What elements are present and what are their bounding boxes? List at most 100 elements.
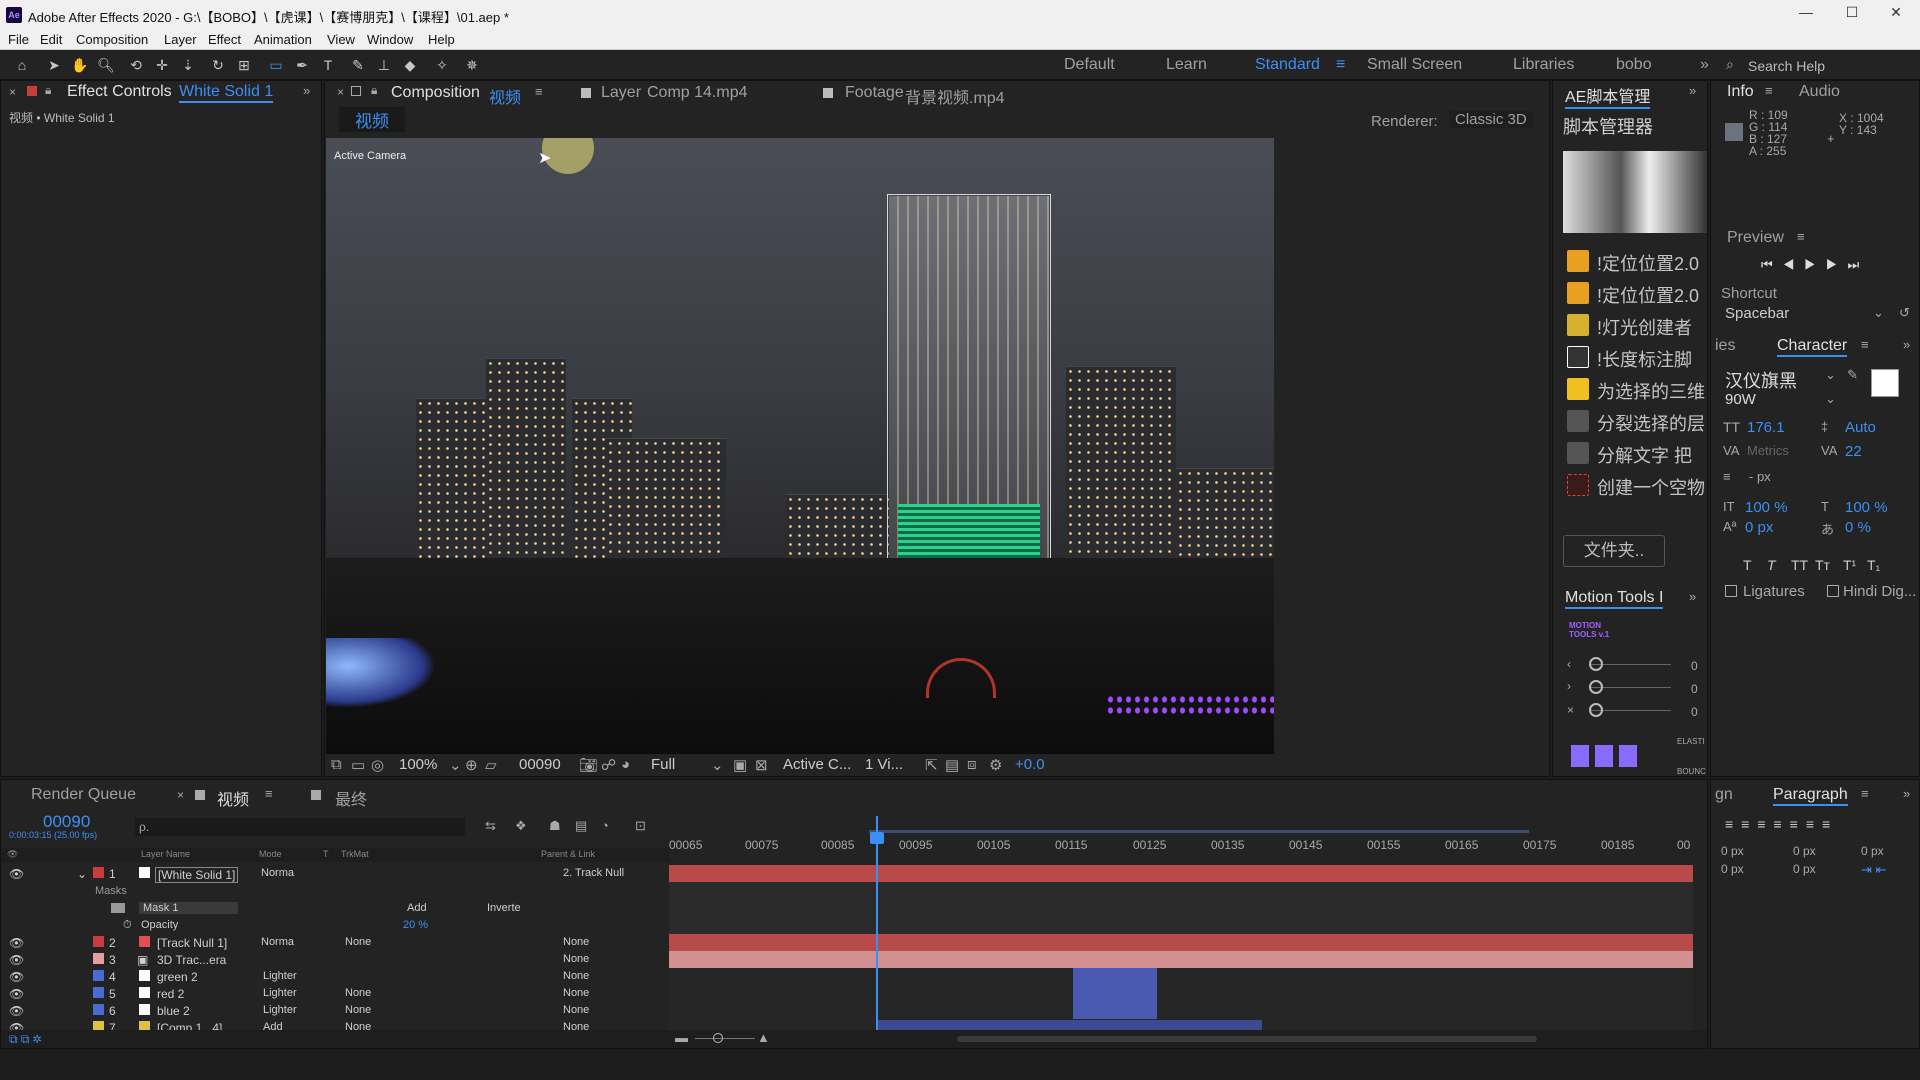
search-icon[interactable]: ⌕ [1726,56,1734,73]
layer-name[interactable]: [Comp 1...4] [157,1021,222,1030]
slider-track[interactable] [1591,710,1671,711]
visibility-eye-icon[interactable]: 👁︎ [9,1004,24,1018]
panel-overflow-icon[interactable]: » [303,83,310,98]
expand-arrow-icon[interactable]: ⌄ [77,867,87,881]
exposure-value[interactable]: +0.0 [1015,756,1045,773]
mask-name[interactable]: Mask 1 [139,902,239,914]
all-caps-button[interactable]: TT [1791,557,1808,573]
tab-cut-off[interactable]: gn [1715,786,1733,804]
indent-first-value[interactable]: 0 px [1793,844,1816,858]
menu-animation[interactable]: Animation [254,32,312,47]
snapshot-icon[interactable]: 📷︎ [579,756,598,774]
time-ruler[interactable]: 00065 00075 00085 00095 00105 00115 0012… [669,816,1693,862]
composition-viewer[interactable]: Active Camera ➤ [326,138,1274,754]
fill-color-swatch[interactable] [1871,369,1899,397]
comp-mini-flowchart-icon[interactable]: ⇆ [485,818,496,834]
panel-close-icon[interactable]: × [9,85,16,99]
opacity-value[interactable]: 20 % [403,919,428,931]
zoom-tool-icon[interactable]: 🔍︎ [96,55,116,75]
layer-row[interactable]: 👁︎ 7 [Comp 1...4] Add None None [1,1019,669,1030]
zoom-dropdown[interactable]: 100% [399,756,437,773]
toggle-switches-icon[interactable]: ⧉ ⧉ ✲ [9,1032,41,1047]
roi-icon[interactable]: ▣ [733,756,747,774]
tab-footage[interactable]: Footage [845,84,904,102]
eyedropper-icon[interactable]: ✎ [1847,367,1858,383]
label-color-icon[interactable] [93,970,104,981]
blend-mode-dropdown[interactable]: Lighter [263,970,297,982]
visibility-eye-icon[interactable]: 👁︎ [9,936,24,950]
chevron-down-icon[interactable]: ⌄ [1825,391,1836,407]
draft-3d-icon[interactable]: ⧈ [967,756,977,773]
zoom-slider[interactable] [695,1038,755,1039]
mask-visibility-icon[interactable]: ◎ [371,756,384,774]
brush-tool-icon[interactable]: ✎ [348,55,368,75]
menu-composition[interactable]: Composition [76,32,148,47]
workspace-menu-icon[interactable]: ≡ [1336,56,1345,74]
channel-icon[interactable]: ◕ [621,756,630,773]
motion-tool-button[interactable] [1571,745,1589,767]
col-parent[interactable]: Parent & Link [541,849,595,859]
layer-row[interactable]: 👁︎ ⌄ 1 [White Solid 1] Norma 2. Track Nu… [1,865,669,883]
layer-name[interactable]: [Track Null 1] [157,936,227,950]
script-item[interactable]: 为选择的三维 [1563,373,1709,405]
chevron-down-icon[interactable]: ⌄ [1825,367,1836,383]
parent-dropdown[interactable]: None [563,953,589,965]
menu-file[interactable]: File [8,32,29,47]
script-item[interactable]: 创建一个空物 [1563,469,1709,501]
parent-dropdown[interactable]: 2. Track Null [563,867,624,879]
anchor-tool-icon[interactable]: ⊞ [234,55,254,75]
workspace-bobo[interactable]: bobo [1616,56,1652,74]
blend-mode-dropdown[interactable]: Lighter [263,987,297,999]
tab-render-queue[interactable]: Render Queue [31,786,136,804]
chevron-down-icon[interactable]: ⌄ [449,756,462,774]
workspace-learn[interactable]: Learn [1166,56,1207,74]
script-item[interactable]: 分裂选择的层 [1563,405,1709,437]
horizontal-scrollbar[interactable] [957,1036,1537,1042]
motion-blur-icon[interactable]: ◔ [601,818,609,833]
viewer-timecode[interactable]: 00090 [519,756,561,773]
always-preview-icon[interactable]: ⧉ [331,756,342,773]
space-after-value[interactable]: 0 px [1793,862,1816,876]
transparency-grid-icon[interactable]: ⊠ [755,756,768,774]
slider-value[interactable]: 0 [1691,659,1698,673]
draft-3d-icon[interactable]: ❖ [515,818,527,834]
panel-overflow-icon[interactable]: » [1689,83,1696,98]
tab-menu-icon[interactable]: ≡ [1765,83,1773,98]
roto-brush-icon[interactable]: ✧ [432,55,452,75]
tab-menu-icon[interactable]: ≡ [535,84,543,99]
script-item[interactable]: !定位位置2.0 [1563,245,1709,277]
label-color-icon[interactable] [93,867,104,878]
region-icon[interactable]: ▭ [351,756,365,774]
lock-icon[interactable]: 🔒︎ [371,83,377,98]
pan-tool-icon[interactable]: ✛ [152,55,172,75]
search-help-input[interactable]: Search Help [1748,58,1825,74]
current-time-indicator[interactable] [876,816,878,1030]
menu-window[interactable]: Window [367,32,413,47]
label-color-icon[interactable] [93,1004,104,1015]
zoom-in-icon[interactable]: ▲ [757,1030,770,1045]
slider-handle[interactable] [1589,657,1603,671]
mask-row[interactable]: Mask 1 Add Inverte [1,900,669,917]
visibility-eye-icon[interactable]: 👁︎ [9,1021,24,1030]
menu-effect[interactable]: Effect [208,32,241,47]
parent-dropdown[interactable]: None [563,1004,589,1016]
comp-subtab[interactable]: 视频 [339,107,405,132]
motion-tool-button[interactable] [1595,745,1613,767]
zoom-slider-handle[interactable] [713,1033,723,1043]
tab-menu-icon[interactable]: ≡ [1861,786,1869,801]
close-button[interactable]: ✕ [1876,4,1916,24]
safe-zones-icon[interactable]: ⊕ [465,756,478,774]
dolly-tool-icon[interactable]: ⇣ [178,55,198,75]
tab-timeline-comp[interactable]: 视频 [217,786,249,810]
slider-value[interactable]: 0 [1691,705,1698,719]
mask-color-icon[interactable] [111,903,125,913]
ligatures-checkbox[interactable] [1725,585,1737,597]
slider-handle[interactable] [1589,703,1603,717]
loop-icon[interactable]: ↺ [1899,305,1910,321]
effect-controls-layer-name[interactable]: White Solid 1 [179,83,274,103]
tab-layer[interactable]: Layer [601,84,641,102]
motion-tools-title[interactable]: Motion Tools I [1565,589,1664,609]
tab-cut-off[interactable]: ies [1715,337,1735,355]
show-snapshot-icon[interactable]: ☍ [601,756,616,774]
layer-row[interactable]: 👁︎ 4 green 2 Lighter None [1,968,669,985]
